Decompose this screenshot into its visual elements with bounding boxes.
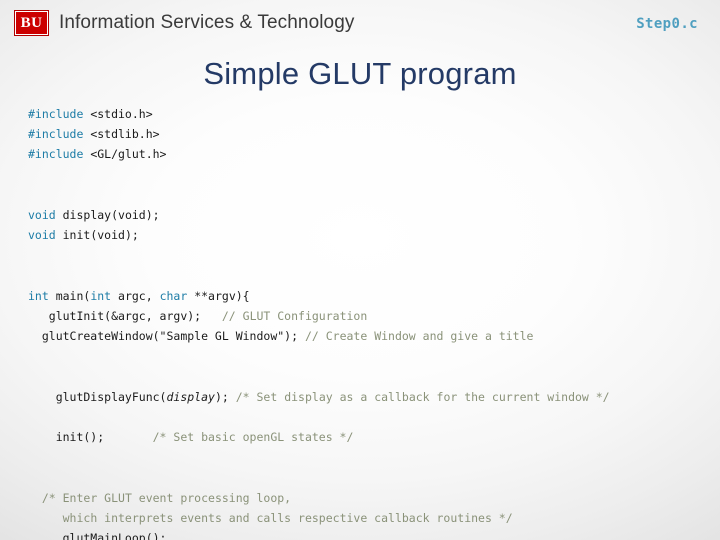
code-line: which interprets events and calls respec… [28, 508, 712, 528]
code-keyword: #include [28, 127, 84, 142]
code-keyword: char [159, 288, 188, 303]
code-keyword: void [28, 207, 56, 222]
code-line: void init(void); [28, 225, 712, 245]
code-text: <GL/glut.h> [83, 147, 167, 162]
code-text: display [166, 389, 215, 404]
code-line: int main(int argc, char **argv){ [28, 286, 712, 306]
code-comment: which interprets events and calls respec… [62, 510, 513, 525]
slide-header: BU Information Services & Technology Ste… [0, 0, 720, 48]
code-text: <stdio.h> [83, 107, 153, 121]
code-comment: /* Set basic openGL states */ [152, 430, 354, 444]
code-keyword: #include [28, 147, 84, 162]
code-line: #include <stdio.h> [28, 104, 712, 124]
page-title: Simple GLUT program [203, 56, 517, 91]
code-text: init(); [28, 430, 153, 444]
code-keyword: void [28, 228, 56, 243]
code-line: #include <GL/glut.h> [28, 144, 712, 164]
step-file-label: Step0.c [636, 16, 698, 32]
code-line: glutMainLoop(); [28, 528, 712, 540]
code-text: argc, [111, 288, 160, 303]
code-line: void display(void); [28, 205, 712, 225]
code-text: glutCreateWindow("Sample GL Window"); [28, 329, 305, 344]
code-listing: #include <stdio.h> #include <stdlib.h> #in… [28, 104, 712, 540]
code-comment: /* Enter GLUT event processing loop, [41, 490, 292, 505]
code-text: glutMainLoop(); [28, 530, 167, 540]
slide-canvas: BU Information Services & Technology Ste… [0, 0, 720, 540]
code-line: #include <stdlib.h> [28, 124, 712, 144]
code-line: glutInit(&argc, argv); // GLUT Configura… [28, 306, 712, 326]
code-keyword: int [28, 288, 49, 303]
bu-logo-text: BU [20, 14, 43, 31]
code-text: init(void); [55, 228, 139, 243]
code-line: glutDisplayFunc(display); /* Set display… [28, 387, 712, 407]
code-keyword: int [90, 288, 112, 303]
code-text: ); [214, 389, 236, 404]
code-line: /* Enter GLUT event processing loop, [28, 488, 712, 508]
code-text: display(void); [55, 207, 160, 222]
code-line: init(); /* Set basic openGL states */ [28, 427, 712, 447]
code-text: <stdlib.h> [83, 127, 160, 142]
code-line: glutCreateWindow("Sample GL Window"); //… [28, 326, 712, 346]
code-text: **argv){ [187, 288, 250, 303]
code-text: glutDisplayFunc( [28, 389, 167, 404]
bu-branding: BU Information Services & Technology [14, 10, 355, 36]
code-comment: // Create Window and give a title [304, 329, 534, 344]
code-keyword: #include [28, 107, 84, 121]
code-comment: // GLUT Configuration [221, 308, 368, 323]
bu-logo-icon: BU [14, 10, 49, 36]
code-comment: /* Set display as a callback for the cur… [235, 389, 610, 404]
code-text: main( [48, 288, 91, 303]
code-text: glutInit(&argc, argv); [28, 308, 222, 323]
organization-title: Information Services & Technology [59, 12, 355, 33]
